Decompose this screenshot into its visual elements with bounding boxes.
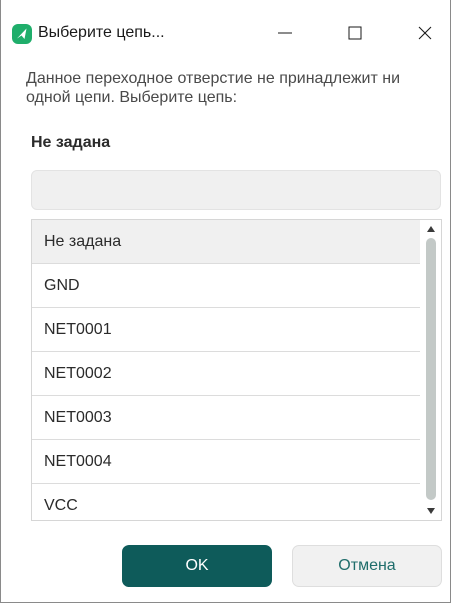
scroll-up-arrow-icon	[427, 226, 435, 232]
net-list-item[interactable]: Не задана	[32, 220, 420, 264]
net-list-item[interactable]: VCC	[32, 484, 420, 520]
minimize-icon	[278, 32, 292, 34]
current-net-label: Не задана	[31, 134, 111, 151]
net-list-item[interactable]: NET0003	[32, 396, 420, 440]
net-list-item[interactable]: NET0004	[32, 440, 420, 484]
title-bar[interactable]: Выберите цепь...	[1, 0, 450, 62]
net-search-input[interactable]	[31, 170, 441, 210]
close-button[interactable]	[405, 16, 445, 50]
net-list-items: Не задана GND NET0001 NET0002 NET0003 NE…	[32, 220, 420, 520]
net-list-item[interactable]: NET0002	[32, 352, 420, 396]
maximize-button[interactable]	[335, 16, 375, 50]
scroll-down-button[interactable]	[421, 504, 441, 518]
scroll-down-arrow-icon	[427, 508, 435, 514]
dialog-window: Выберите цепь... Данное переходное отвер…	[0, 0, 451, 603]
net-list-item[interactable]: NET0001	[32, 308, 420, 352]
net-list-item[interactable]: GND	[32, 264, 420, 308]
close-icon	[418, 26, 432, 40]
dialog-message: Данное переходное отверстие не принадлеж…	[26, 70, 401, 106]
scroll-up-button[interactable]	[421, 222, 441, 236]
window-title: Выберите цепь...	[38, 24, 165, 41]
cancel-button[interactable]: Отмена	[292, 545, 442, 587]
app-logo-icon	[12, 24, 32, 44]
scroll-thumb[interactable]	[426, 238, 436, 500]
minimize-button[interactable]	[265, 16, 305, 50]
maximize-icon	[348, 26, 362, 40]
ok-button[interactable]: OK	[122, 545, 272, 587]
net-list[interactable]: Не задана GND NET0001 NET0002 NET0003 NE…	[31, 219, 442, 521]
list-scrollbar[interactable]	[421, 220, 441, 520]
